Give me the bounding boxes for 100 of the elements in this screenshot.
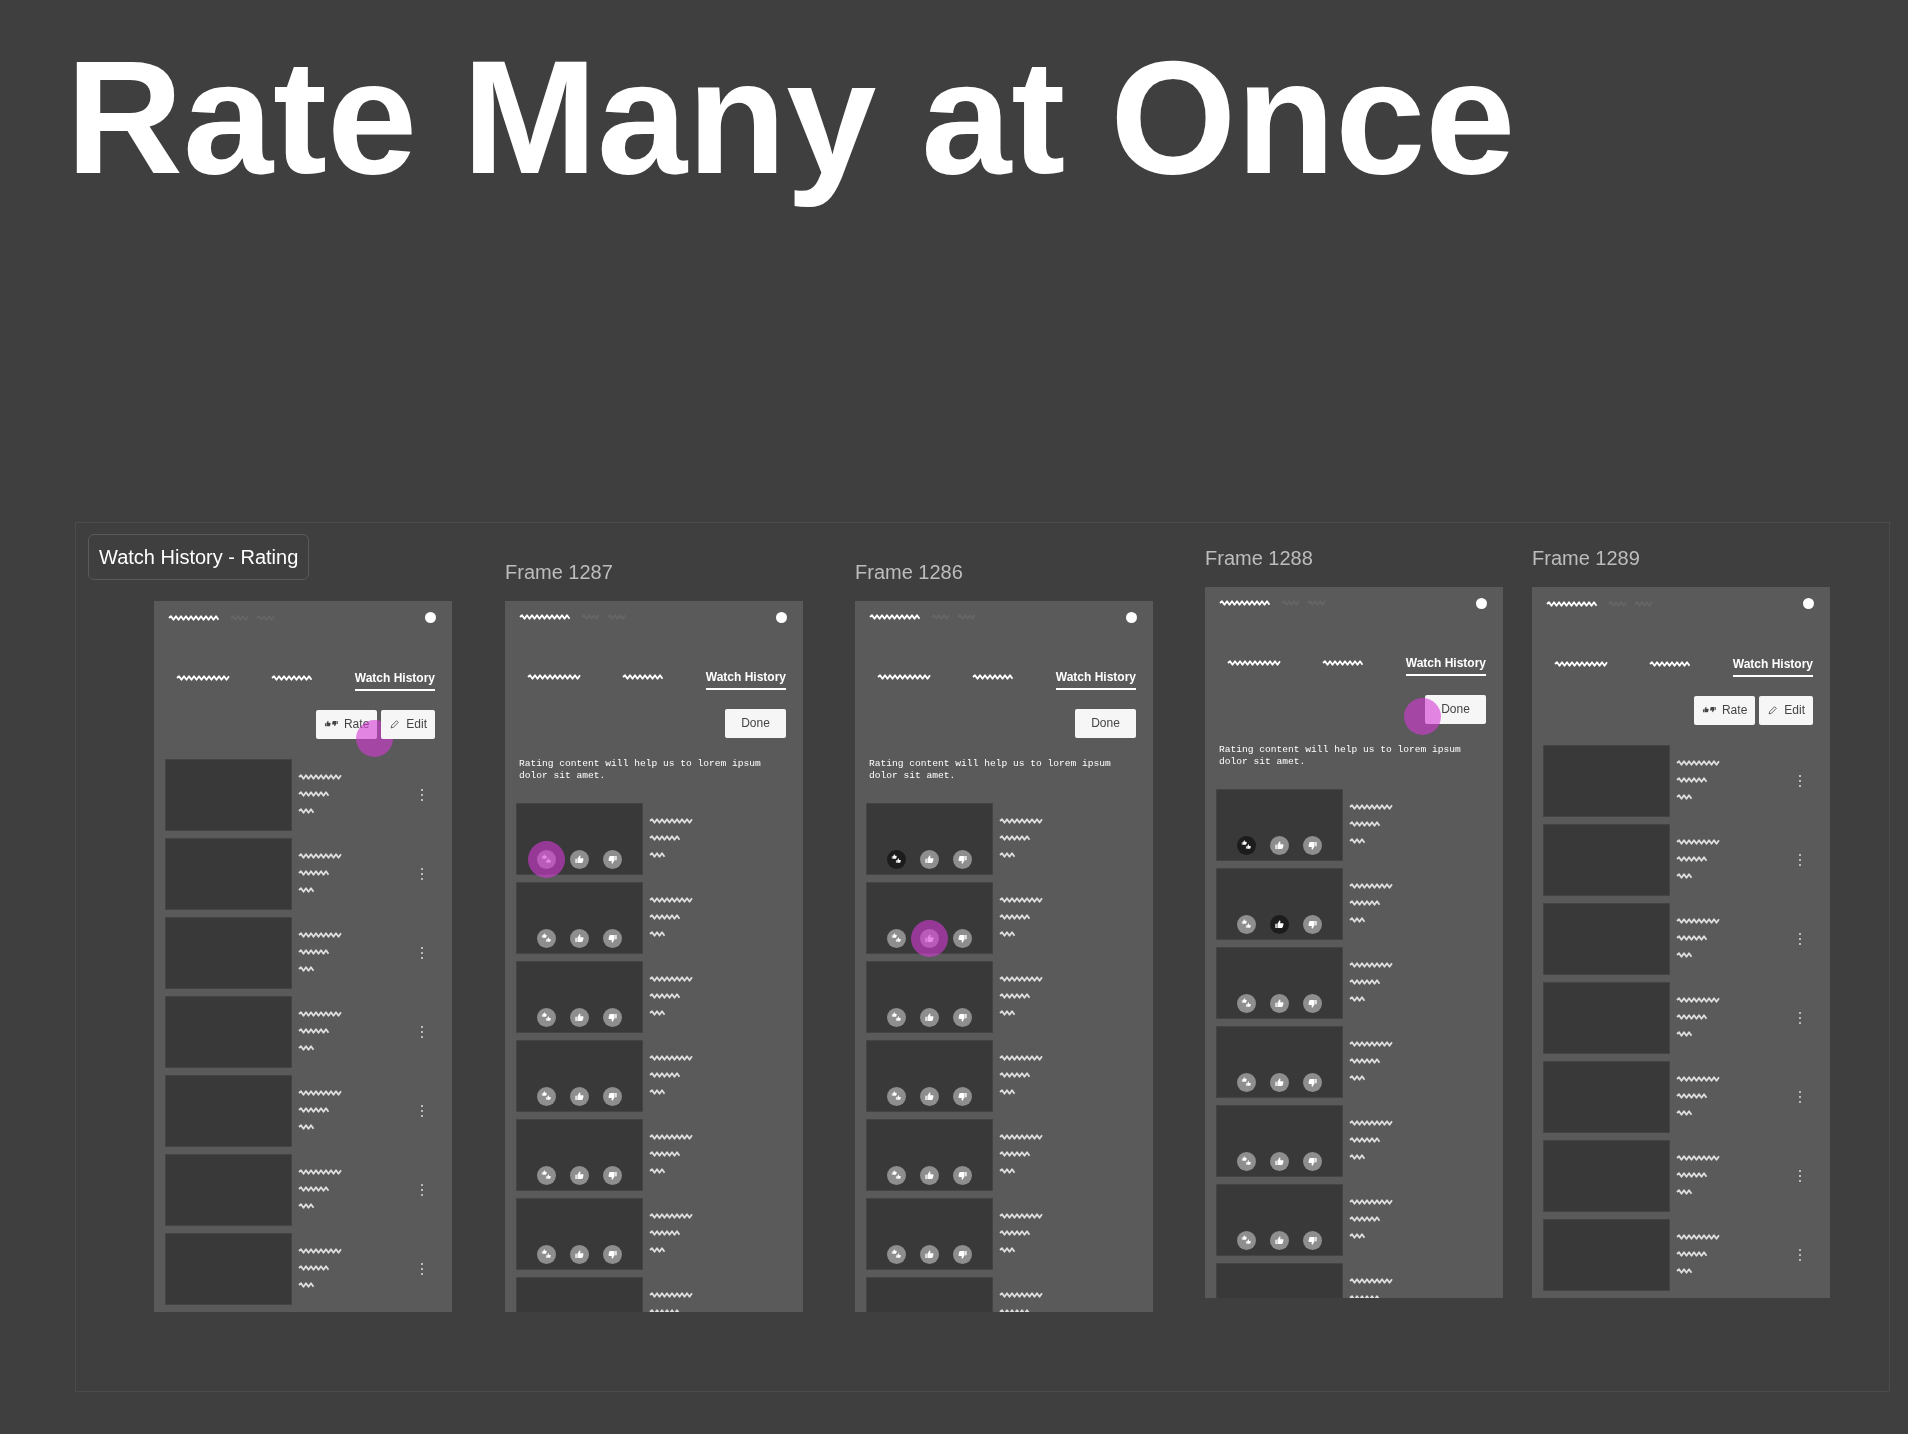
meta-scribble: [298, 1202, 315, 1209]
frame-label: Frame 1286: [855, 559, 964, 584]
rating-button[interactable]: [570, 1086, 589, 1106]
scribble-icon: [527, 674, 583, 680]
rating-button[interactable]: [1237, 1230, 1256, 1250]
rating-button[interactable]: [887, 1086, 906, 1106]
rating-button[interactable]: [1270, 1072, 1289, 1092]
rating-button[interactable]: [603, 849, 622, 869]
meta-scribble: [1676, 1188, 1693, 1195]
thumbs-down-icon: [607, 1248, 618, 1260]
title-scribble: [298, 1168, 343, 1175]
subtitle-scribble: [298, 869, 331, 876]
rating-button[interactable]: [920, 1086, 939, 1106]
rating-button[interactable]: [1270, 993, 1289, 1013]
rating-button[interactable]: [953, 928, 972, 948]
rating-button[interactable]: [570, 1007, 589, 1027]
thumbs-down-icon: [957, 1011, 968, 1023]
subtitle-scribble: [649, 1150, 682, 1157]
rating-button[interactable]: [537, 1086, 556, 1106]
rating-button[interactable]: [1237, 1151, 1256, 1171]
subtitle-scribble: [1676, 1171, 1709, 1178]
rating-button[interactable]: [1303, 1151, 1322, 1171]
title-scribble: [649, 1291, 694, 1298]
rating-button[interactable]: [1303, 1072, 1322, 1092]
meta-scribble: [999, 1088, 1016, 1095]
done-button[interactable]: Done: [725, 708, 786, 738]
done-button[interactable]: Done: [1425, 694, 1486, 724]
logo-scribble: [1546, 600, 1600, 607]
rating-button[interactable]: [537, 1007, 556, 1027]
rating-button[interactable]: [1303, 914, 1322, 934]
edit-button[interactable]: Edit: [381, 709, 435, 739]
frame-label: Frame 1288: [1205, 545, 1314, 570]
rating-button[interactable]: [1270, 1151, 1289, 1171]
thumbs-up-pair-icon: [891, 1169, 902, 1181]
rating-button[interactable]: [1270, 835, 1289, 855]
rating-button[interactable]: [953, 1244, 972, 1264]
rating-button[interactable]: [537, 1165, 556, 1185]
rating-button[interactable]: [570, 849, 589, 869]
rating-button[interactable]: [603, 1244, 622, 1264]
subtitle-scribble: [999, 1071, 1032, 1078]
title-scribble: [1676, 759, 1721, 766]
meta-scribble: [1349, 1074, 1366, 1081]
subtitle-scribble: [1676, 776, 1709, 783]
rating-button[interactable]: [920, 1007, 939, 1027]
rating-button[interactable]: [570, 1244, 589, 1264]
rating-button[interactable]: [1270, 1230, 1289, 1250]
rating-button[interactable]: [603, 1007, 622, 1027]
rating-button[interactable]: [570, 928, 589, 948]
title-scribble: [298, 1010, 343, 1017]
rating-button[interactable]: [953, 1007, 972, 1027]
thumbs-up-pair-icon: [1241, 997, 1252, 1009]
edit-button[interactable]: Edit: [1759, 695, 1813, 725]
rating-button[interactable]: [603, 1086, 622, 1106]
meta-scribble: [1676, 793, 1693, 800]
meta-scribble: [298, 965, 315, 972]
tab[interactable]: Watch History: [1405, 652, 1486, 676]
rating-button[interactable]: [920, 849, 939, 869]
rating-button[interactable]: [953, 849, 972, 869]
rating-button[interactable]: [1237, 1072, 1256, 1092]
title-scribble: [649, 1212, 694, 1219]
thumbs-up-icon: [1274, 1155, 1285, 1167]
meta-scribble: [649, 1088, 666, 1095]
rating-button[interactable]: [1270, 914, 1289, 934]
meta-scribble: [1676, 872, 1693, 879]
meta-scribble: [1349, 916, 1366, 923]
rating-button[interactable]: [920, 1165, 939, 1185]
rating-button[interactable]: [1303, 993, 1322, 1013]
tab[interactable]: Watch History: [1732, 653, 1813, 677]
done-button[interactable]: Done: [1075, 708, 1136, 738]
rating-button[interactable]: [1303, 1230, 1322, 1250]
rating-button[interactable]: [603, 1165, 622, 1185]
frame-label: Frame 1287: [505, 559, 614, 584]
meta-scribble: [649, 851, 666, 858]
subtitle-scribble: [1349, 1057, 1382, 1064]
rating-button[interactable]: [1237, 914, 1256, 934]
rating-button[interactable]: [1237, 835, 1256, 855]
meta-scribble: [1349, 837, 1366, 844]
rating-button[interactable]: [603, 928, 622, 948]
rating-button[interactable]: [920, 1244, 939, 1264]
rating-button[interactable]: [1303, 835, 1322, 855]
rating-button[interactable]: [887, 1165, 906, 1185]
tab[interactable]: Watch History: [1055, 666, 1136, 690]
subtitle-scribble: [999, 992, 1032, 999]
rating-button[interactable]: [887, 849, 906, 869]
rating-button[interactable]: [887, 1244, 906, 1264]
rating-button[interactable]: [953, 1086, 972, 1106]
rating-button[interactable]: [887, 928, 906, 948]
tab[interactable]: Watch History: [354, 667, 435, 691]
rating-button[interactable]: [570, 1165, 589, 1185]
rating-button[interactable]: [887, 1007, 906, 1027]
title-scribble: [999, 1212, 1044, 1219]
thumbs-up-pair-icon: [1241, 839, 1252, 851]
logo-scribble: [1219, 600, 1273, 606]
thumbs-down-icon: [957, 853, 968, 865]
rating-button[interactable]: [953, 1165, 972, 1185]
tab[interactable]: Watch History: [705, 666, 786, 690]
rate-button[interactable]: Rate: [1693, 695, 1756, 725]
rating-button[interactable]: [1237, 993, 1256, 1013]
rating-button[interactable]: [537, 928, 556, 948]
rating-button[interactable]: [537, 1244, 556, 1264]
